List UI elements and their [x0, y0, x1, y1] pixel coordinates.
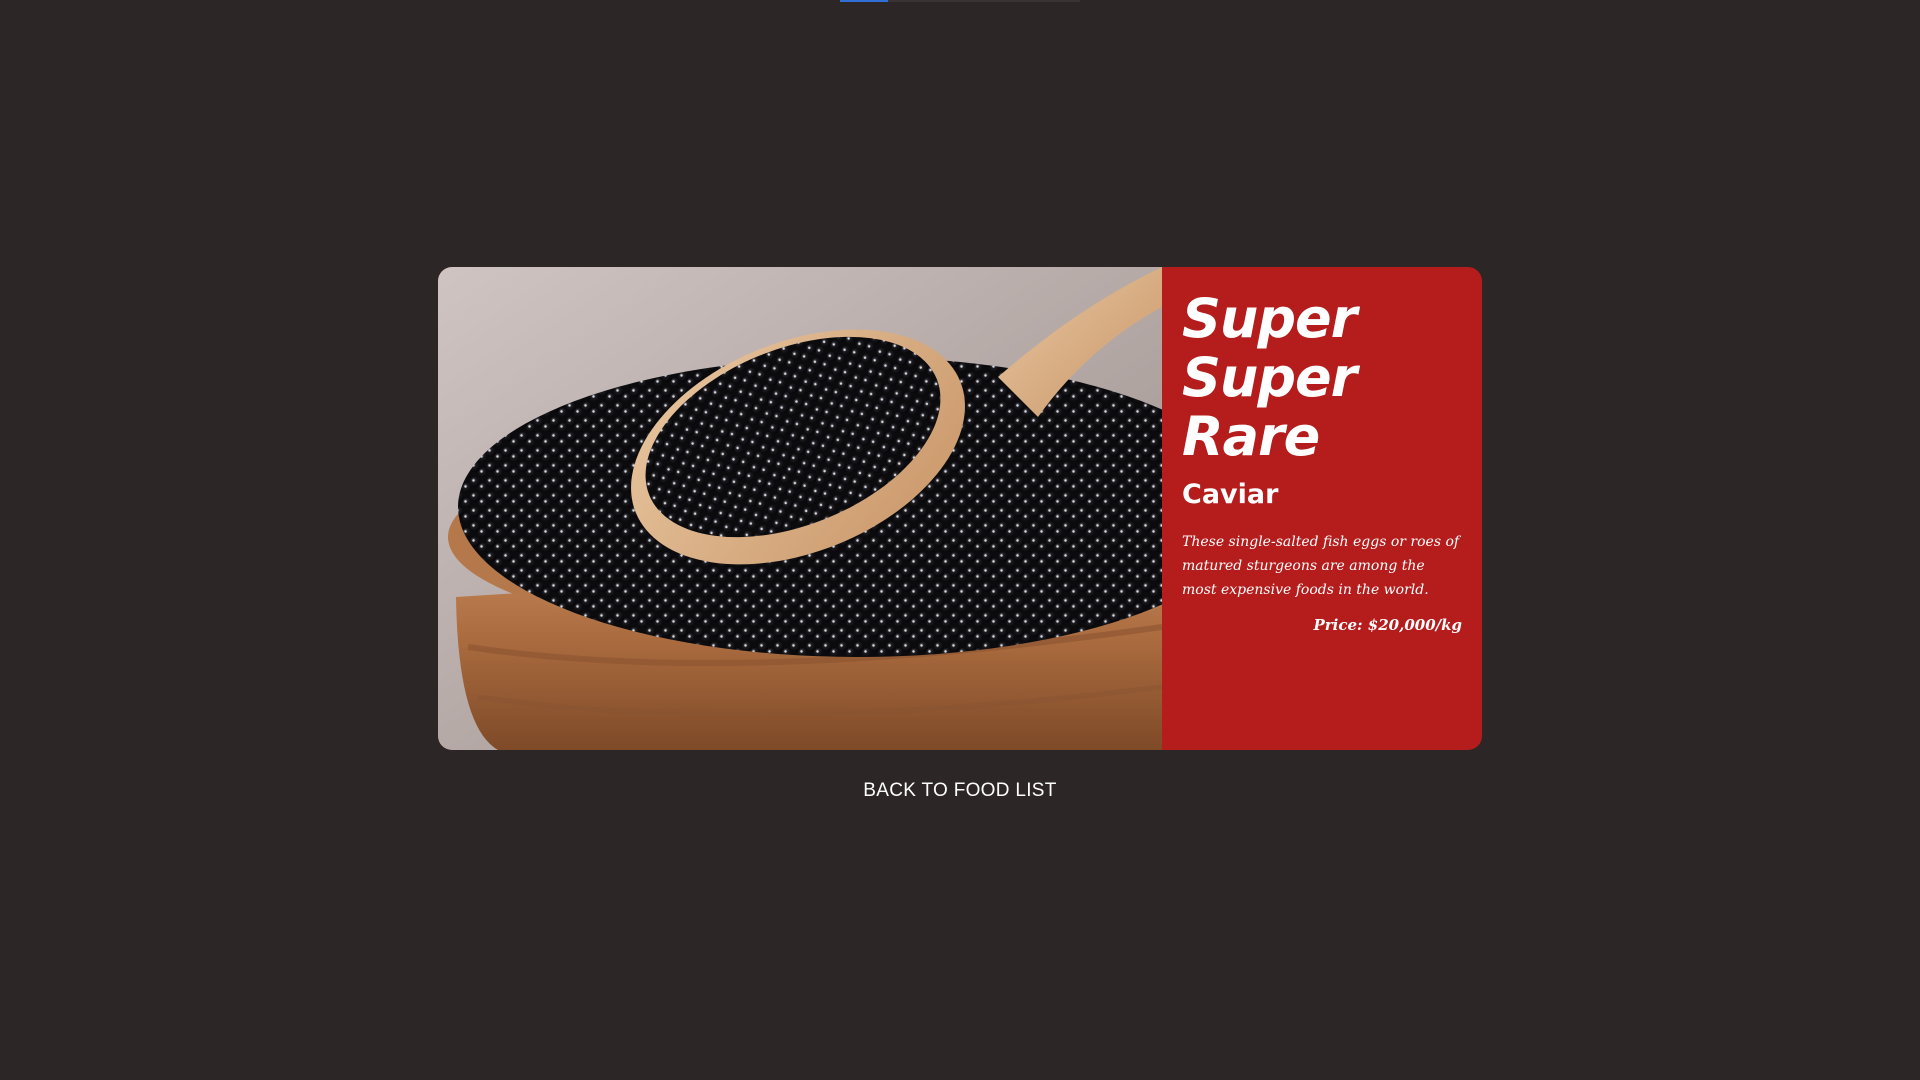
back-to-food-list-link[interactable]: BACK TO FOOD LIST	[0, 780, 1920, 802]
food-image	[438, 267, 1162, 750]
rarity-headline: Super Super Rare	[1182, 287, 1357, 468]
top-progress-fill	[840, 0, 888, 2]
food-name: Caviar	[1182, 479, 1279, 510]
food-description: These single-salted fish eggs or roes of…	[1182, 534, 1460, 598]
food-price: Price: $20,000/kg	[1313, 616, 1462, 634]
food-info-panel: Super Super Rare Caviar These single-sal…	[1162, 267, 1482, 750]
food-card: Super Super Rare Caviar These single-sal…	[438, 267, 1482, 750]
caviar-spoon-photo-icon	[438, 267, 1162, 750]
top-progress-bar	[840, 0, 1080, 2]
